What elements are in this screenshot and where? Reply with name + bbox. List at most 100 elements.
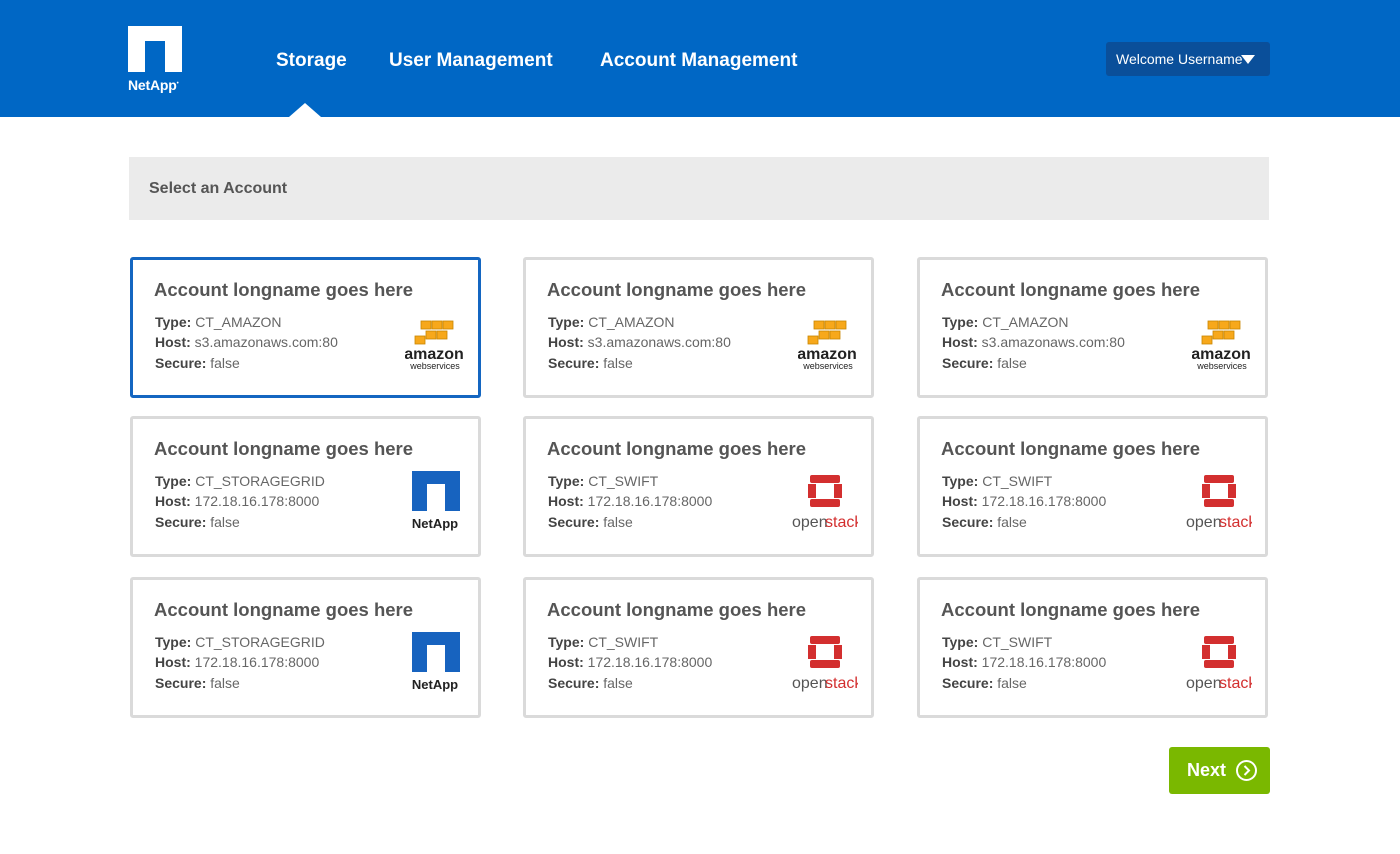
openstack-logo-icon: openstack bbox=[1186, 636, 1257, 692]
account-name: Account longname goes here bbox=[547, 438, 807, 459]
netapp-logo[interactable]: NetApp• bbox=[128, 26, 188, 96]
aws-logo-sub: webservices bbox=[802, 361, 853, 371]
chevron-right-circle-icon bbox=[1236, 760, 1257, 781]
account-type: CT_AMAZON bbox=[588, 314, 675, 330]
openstack-logo-word-b: stack bbox=[825, 514, 858, 531]
account-host: 172.18.16.178:8000 bbox=[981, 654, 1107, 670]
account-host: s3.amazonaws.com:80 bbox=[981, 334, 1125, 350]
account-card[interactable]: Account longname goes here Type: CT_STORA… bbox=[130, 577, 481, 718]
openstack-logo-icon: openstack bbox=[1186, 475, 1257, 531]
account-host-line: Host: 172.18.16.178:8000 bbox=[548, 654, 712, 670]
account-host: s3.amazonaws.com:80 bbox=[587, 334, 731, 350]
openstack-logo-word-a: open bbox=[1186, 675, 1222, 692]
aws-logo-icon: amazonwebservices bbox=[404, 320, 464, 371]
account-card[interactable]: Account longname goes here Type: CT_AMAZO… bbox=[523, 257, 874, 398]
provider-logo: openstack bbox=[792, 471, 863, 538]
account-card[interactable]: Account longname goes here Type: CT_SWIFT… bbox=[917, 416, 1268, 557]
type-label: Type: bbox=[942, 634, 979, 650]
provider-logo: NetApp bbox=[409, 632, 465, 699]
type-label: Type: bbox=[548, 473, 585, 489]
openstack-logo-word-a: open bbox=[792, 514, 828, 531]
account-card[interactable]: Account longname goes here Type: CT_STORA… bbox=[130, 416, 481, 557]
host-label: Host: bbox=[548, 493, 584, 509]
account-host-line: Host: s3.amazonaws.com:80 bbox=[548, 334, 731, 350]
host-label: Host: bbox=[942, 334, 978, 350]
provider-logo: amazon webservices bbox=[404, 318, 465, 379]
account-secure: false bbox=[603, 514, 633, 530]
user-menu-dropdown[interactable]: Welcome Username bbox=[1106, 42, 1270, 76]
account-secure-line: Secure: false bbox=[548, 514, 633, 530]
openstack-logo-word-a: open bbox=[1186, 514, 1222, 531]
account-card[interactable]: Account longname goes here Type: CT_AMAZO… bbox=[130, 257, 481, 398]
account-type: CT_SWIFT bbox=[588, 634, 659, 650]
account-host: 172.18.16.178:8000 bbox=[587, 493, 713, 509]
account-host-line: Host: 172.18.16.178:8000 bbox=[942, 493, 1106, 509]
type-label: Type: bbox=[155, 473, 192, 489]
account-host: 172.18.16.178:8000 bbox=[981, 493, 1107, 509]
host-label: Host: bbox=[942, 493, 978, 509]
secure-label: Secure: bbox=[548, 514, 600, 530]
provider-logo: openstack bbox=[1186, 471, 1257, 538]
type-label: Type: bbox=[155, 314, 192, 330]
account-secure-line: Secure: false bbox=[155, 675, 240, 691]
aws-logo-sub: webservices bbox=[1196, 361, 1247, 371]
account-secure: false bbox=[603, 675, 633, 691]
type-label: Type: bbox=[942, 473, 979, 489]
nav-account-management[interactable]: Account Management bbox=[600, 50, 797, 72]
account-host: 172.18.16.178:8000 bbox=[587, 654, 713, 670]
account-card[interactable]: Account longname goes here Type: CT_SWIFT… bbox=[523, 577, 874, 718]
account-type: CT_SWIFT bbox=[982, 473, 1053, 489]
account-type-line: Type: CT_SWIFT bbox=[942, 634, 1052, 650]
nav-user-management[interactable]: User Management bbox=[389, 50, 553, 72]
active-nav-indicator bbox=[289, 103, 321, 117]
account-name: Account longname goes here bbox=[941, 279, 1201, 300]
netapp-mark-icon bbox=[128, 26, 182, 72]
type-label: Type: bbox=[548, 634, 585, 650]
account-secure: false bbox=[603, 355, 633, 371]
account-host: 172.18.16.178:8000 bbox=[194, 493, 320, 509]
account-secure: false bbox=[210, 514, 240, 530]
openstack-logo-icon: openstack bbox=[792, 475, 863, 531]
account-host-line: Host: s3.amazonaws.com:80 bbox=[942, 334, 1125, 350]
secure-label: Secure: bbox=[942, 514, 994, 530]
account-type: CT_STORAGEGRID bbox=[195, 634, 325, 650]
openstack-logo-icon: openstack bbox=[792, 636, 863, 692]
nav-storage[interactable]: Storage bbox=[276, 50, 347, 72]
account-secure-line: Secure: false bbox=[942, 675, 1027, 691]
host-label: Host: bbox=[548, 334, 584, 350]
user-menu-label: Welcome Username bbox=[1116, 51, 1243, 67]
host-label: Host: bbox=[155, 654, 191, 670]
account-name: Account longname goes here bbox=[547, 599, 807, 620]
account-host-line: Host: 172.18.16.178:8000 bbox=[155, 654, 319, 670]
account-name: Account longname goes here bbox=[547, 279, 807, 300]
netapp-logo-icon: NetApp bbox=[412, 632, 460, 692]
account-card[interactable]: Account longname goes here Type: CT_SWIFT… bbox=[523, 416, 874, 557]
provider-logo: amazon webservices bbox=[1191, 318, 1252, 379]
next-button[interactable]: Next bbox=[1169, 747, 1270, 794]
section-header: Select an Account bbox=[129, 157, 1269, 220]
host-label: Host: bbox=[155, 334, 191, 350]
account-secure-line: Secure: false bbox=[155, 355, 240, 371]
account-host: 172.18.16.178:8000 bbox=[194, 654, 320, 670]
type-label: Type: bbox=[155, 634, 192, 650]
netapp-logo-word: NetApp bbox=[412, 516, 458, 531]
account-card[interactable]: Account longname goes here Type: CT_SWIFT… bbox=[917, 577, 1268, 718]
account-type: CT_STORAGEGRID bbox=[195, 473, 325, 489]
openstack-logo-word-b: stack bbox=[1219, 514, 1252, 531]
account-secure-line: Secure: false bbox=[548, 675, 633, 691]
account-secure-line: Secure: false bbox=[155, 514, 240, 530]
provider-logo: openstack bbox=[792, 632, 863, 699]
account-host-line: Host: s3.amazonaws.com:80 bbox=[155, 334, 338, 350]
account-host-line: Host: 172.18.16.178:8000 bbox=[942, 654, 1106, 670]
host-label: Host: bbox=[942, 654, 978, 670]
secure-label: Secure: bbox=[548, 675, 600, 691]
provider-logo: openstack bbox=[1186, 632, 1257, 699]
account-type-line: Type: CT_STORAGEGRID bbox=[155, 634, 325, 650]
host-label: Host: bbox=[155, 493, 191, 509]
openstack-logo-word-b: stack bbox=[825, 675, 858, 692]
account-type-line: Type: CT_AMAZON bbox=[155, 314, 282, 330]
account-secure: false bbox=[997, 514, 1027, 530]
netapp-logo-icon: NetApp bbox=[412, 471, 460, 531]
account-card[interactable]: Account longname goes here Type: CT_AMAZO… bbox=[917, 257, 1268, 398]
account-name: Account longname goes here bbox=[154, 599, 414, 620]
